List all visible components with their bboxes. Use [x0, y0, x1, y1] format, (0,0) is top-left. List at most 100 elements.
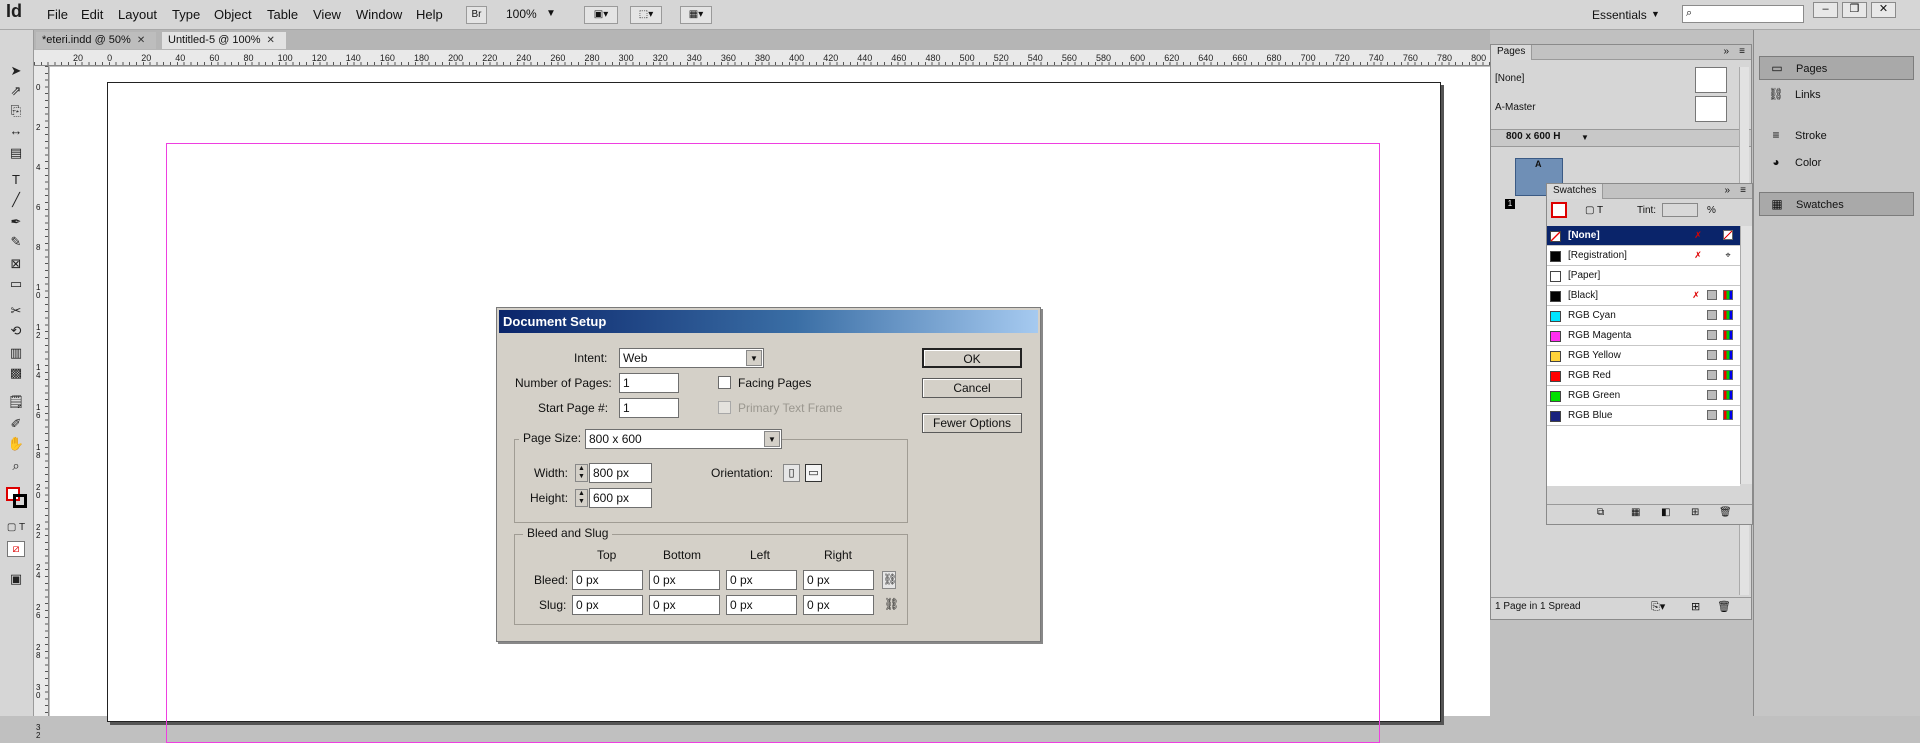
show-color-swatches-icon[interactable]: ▦: [1631, 507, 1640, 518]
delete-swatch-icon[interactable]: 🗑: [1719, 507, 1732, 518]
menu-type[interactable]: Type: [172, 7, 200, 22]
pages-panel-tab[interactable]: Pages: [1491, 45, 1533, 60]
stroke-swatch-icon[interactable]: [13, 494, 27, 508]
swatch-row[interactable]: RGB Green: [1547, 386, 1740, 406]
rectangle-tool-icon[interactable]: ▭: [5, 275, 27, 293]
none-master-thumbnail[interactable]: [1695, 67, 1727, 93]
type-tool-icon[interactable]: T: [5, 171, 27, 189]
swatch-row[interactable]: RGB Magenta: [1547, 326, 1740, 346]
zoom-level[interactable]: 100%: [506, 7, 537, 21]
rectangle-frame-tool-icon[interactable]: ⊠: [5, 255, 27, 273]
eyedropper-tool-icon[interactable]: ✐: [5, 415, 27, 433]
facing-pages-label[interactable]: Facing Pages: [738, 376, 811, 390]
scissors-tool-icon[interactable]: ✂: [5, 302, 27, 320]
delete-page-icon[interactable]: 🗑: [1717, 600, 1731, 613]
menu-layout[interactable]: Layout: [118, 7, 157, 22]
slug-right-input[interactable]: 0 px: [803, 595, 874, 615]
restore-button[interactable]: ❐: [1842, 2, 1867, 18]
primary-text-frame-checkbox[interactable]: [718, 401, 731, 414]
width-stepper[interactable]: ▲ ▼: [575, 464, 588, 482]
menu-window[interactable]: Window: [356, 7, 402, 22]
cancel-button[interactable]: Cancel: [922, 378, 1022, 398]
height-stepper[interactable]: ▲ ▼: [575, 489, 588, 507]
slug-bottom-input[interactable]: 0 px: [649, 595, 720, 615]
fewer-options-button[interactable]: Fewer Options: [922, 413, 1022, 433]
minimize-button[interactable]: –: [1813, 2, 1838, 18]
collapse-icon[interactable]: »: [1724, 184, 1730, 198]
pencil-tool-icon[interactable]: ✎: [5, 233, 27, 251]
chevron-down-icon[interactable]: ▼: [764, 431, 780, 447]
screen-mode-button[interactable]: ⬚▾: [630, 6, 662, 24]
collapse-icon[interactable]: »: [1723, 45, 1729, 59]
swatches-panel-tab[interactable]: Swatches: [1547, 184, 1604, 199]
bleed-bottom-input[interactable]: 0 px: [649, 570, 720, 590]
chevron-down-icon[interactable]: ▼: [746, 350, 762, 366]
workspace-switcher[interactable]: Essentials: [1592, 8, 1647, 22]
slug-top-input[interactable]: 0 px: [572, 595, 643, 615]
page-tool-icon[interactable]: ⎘: [5, 102, 27, 120]
panel-menu-icon[interactable]: ≡: [1739, 45, 1745, 59]
gradient-feather-tool-icon[interactable]: ▩: [5, 364, 27, 382]
view-options-button[interactable]: ▣▾: [584, 6, 618, 24]
swatch-row[interactable]: RGB Yellow: [1547, 346, 1740, 366]
show-gradient-swatches-icon[interactable]: ◧: [1661, 507, 1670, 518]
free-transform-tool-icon[interactable]: ⟲: [5, 322, 27, 340]
swatch-row[interactable]: RGB Cyan: [1547, 306, 1740, 326]
dock-item-swatches[interactable]: ▦ Swatches: [1759, 192, 1914, 216]
swatch-row[interactable]: [Registration] ✗ ⌖: [1547, 246, 1740, 266]
selection-tool-icon[interactable]: ➤: [5, 62, 27, 80]
screen-mode-icon[interactable]: ▣: [5, 570, 27, 588]
bridge-button[interactable]: Br: [466, 6, 487, 24]
number-of-pages-input[interactable]: 1: [619, 373, 679, 393]
workspace-chevron-icon[interactable]: ▼: [1651, 9, 1660, 19]
none-master-label[interactable]: [None]: [1495, 73, 1524, 84]
tab-untitled-5[interactable]: Untitled-5 @ 100% ✕: [162, 32, 286, 49]
direct-selection-tool-icon[interactable]: ⇗: [5, 82, 27, 100]
bleed-top-input[interactable]: 0 px: [572, 570, 643, 590]
bleed-left-input[interactable]: 0 px: [726, 570, 797, 590]
menu-edit[interactable]: Edit: [81, 7, 103, 22]
gap-tool-icon[interactable]: ↔: [5, 122, 27, 140]
close-icon[interactable]: ✕: [267, 35, 275, 46]
new-page-icon[interactable]: ⊞: [1691, 600, 1700, 613]
menu-view[interactable]: View: [313, 7, 341, 22]
menu-file[interactable]: File: [47, 7, 68, 22]
swatch-row[interactable]: RGB Red: [1547, 366, 1740, 386]
new-swatch-icon[interactable]: ⊞: [1691, 507, 1699, 518]
slug-left-input[interactable]: 0 px: [726, 595, 797, 615]
bleed-link-icon[interactable]: ⛓: [882, 571, 897, 589]
swatch-row[interactable]: [None] ✗: [1547, 226, 1740, 246]
chevron-down-icon[interactable]: ▼: [546, 8, 556, 19]
close-button[interactable]: ✕: [1871, 2, 1896, 18]
dock-item-color[interactable]: ◕ Color: [1759, 151, 1914, 175]
facing-pages-checkbox[interactable]: [718, 376, 731, 389]
landscape-orientation-icon[interactable]: ▭: [805, 464, 822, 482]
page-size-dropdown[interactable]: 800 x 600 H: [1506, 131, 1561, 142]
formatting-affects-text-icon[interactable]: ▢ T: [5, 519, 27, 537]
dock-item-stroke[interactable]: ≡ Stroke: [1759, 124, 1914, 148]
edit-page-size-icon[interactable]: ⎘▾: [1651, 600, 1665, 614]
bleed-right-input[interactable]: 0 px: [803, 570, 874, 590]
menu-object[interactable]: Object: [214, 7, 252, 22]
intent-select[interactable]: Web ▼: [619, 348, 764, 368]
dock-item-links[interactable]: ⛓ Links: [1759, 83, 1914, 107]
zoom-tool-icon[interactable]: ⌕: [5, 457, 27, 475]
a-master-label[interactable]: A-Master: [1495, 102, 1536, 113]
apply-none-icon[interactable]: ⧄: [7, 541, 25, 557]
menu-table[interactable]: Table: [267, 7, 298, 22]
a-master-thumbnail[interactable]: [1695, 96, 1727, 122]
chevron-down-icon[interactable]: ▼: [1581, 133, 1589, 142]
swatches-scrollbar[interactable]: [1740, 226, 1752, 484]
formatting-affects-container-icon[interactable]: ▢ T: [1585, 205, 1603, 216]
line-tool-icon[interactable]: ╱: [5, 191, 27, 209]
note-tool-icon[interactable]: 🗒: [5, 393, 27, 411]
show-all-swatches-icon[interactable]: ⧉: [1597, 507, 1604, 518]
tab-eteri[interactable]: *eteri.indd @ 50% ✕: [36, 32, 156, 49]
swatch-row[interactable]: [Paper]: [1547, 266, 1740, 286]
portrait-orientation-icon[interactable]: ▯: [783, 464, 800, 482]
arrange-documents-button[interactable]: ▦▾: [680, 6, 712, 24]
content-collector-icon[interactable]: ▤: [5, 144, 27, 162]
swatch-row[interactable]: RGB Blue: [1547, 406, 1740, 426]
height-input[interactable]: 600 px: [589, 488, 652, 508]
panel-menu-icon[interactable]: ≡: [1740, 184, 1746, 198]
